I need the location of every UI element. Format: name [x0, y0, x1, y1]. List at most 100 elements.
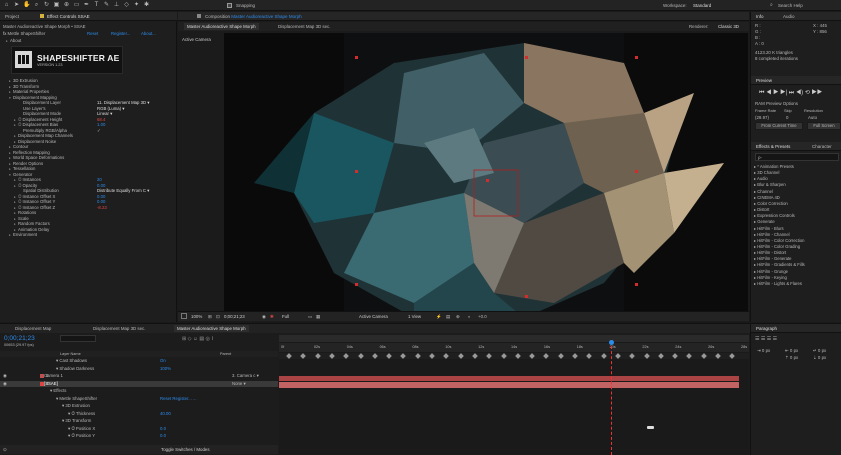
- zoom-select[interactable]: 100%: [191, 314, 202, 319]
- renderer-value[interactable]: Classic 3D: [718, 24, 739, 29]
- tab-preview[interactable]: Preview: [756, 78, 772, 83]
- camera-tool-icon[interactable]: ▣: [53, 2, 60, 9]
- keyframe-marker[interactable]: [657, 353, 664, 359]
- keyframe-marker[interactable]: [443, 353, 450, 359]
- keyframe-marker[interactable]: [486, 353, 493, 359]
- shape-tool-icon[interactable]: ▭: [73, 2, 80, 9]
- effect-category[interactable]: ▸ HitFilm - Color Grading: [754, 244, 800, 250]
- timeline-layer-row[interactable]: ▾ Shadow Darkness 100%: [0, 366, 278, 372]
- keyframe-marker[interactable]: [429, 353, 435, 359]
- parent-dropdown[interactable]: 3. Camera c ▾: [232, 373, 259, 379]
- roto-tool-icon[interactable]: ✦: [133, 2, 140, 9]
- mask-icon[interactable]: ⊡: [216, 314, 220, 320]
- render-icon[interactable]: ⊙: [3, 447, 7, 453]
- effect-category[interactable]: ▸ Distort: [754, 207, 769, 213]
- keyframe-marker[interactable]: [371, 353, 378, 359]
- tab-project[interactable]: Project: [5, 14, 19, 19]
- tab-character[interactable]: Character: [812, 144, 832, 149]
- prev-frame-icon[interactable]: ◀: [766, 90, 771, 96]
- effect-category[interactable]: ▸ CINEMA 4D: [754, 195, 780, 201]
- keyframe-marker[interactable]: [529, 353, 535, 359]
- grid-icon[interactable]: ⊞: [208, 314, 212, 320]
- snapshot-icon[interactable]: ◉: [262, 314, 266, 320]
- keyframe-marker[interactable]: [572, 353, 578, 359]
- graph-editor-icon[interactable]: ⌇: [211, 336, 213, 342]
- ram-preview-icon[interactable]: ▶▶: [812, 90, 823, 96]
- thickness-keyframe[interactable]: [647, 426, 654, 429]
- keyframe-marker[interactable]: [629, 353, 636, 359]
- timeline-tab[interactable]: Master Audioreactive Shape Morph: [174, 325, 249, 332]
- hand-tool-icon[interactable]: ✋: [23, 2, 30, 9]
- layer-property-value[interactable]: 0.0: [160, 426, 166, 432]
- ram-preview-options[interactable]: RAM Preview Options: [755, 101, 798, 107]
- timeline-layer-row[interactable]: ▾ ⏱ Position Y 0.0: [0, 433, 278, 439]
- puppet-tool-icon[interactable]: ✱: [143, 2, 150, 9]
- frame-rate-select[interactable]: (29.97): [755, 115, 769, 121]
- timeline-timecode[interactable]: 0;00;21;23: [4, 335, 35, 342]
- align-right-icon[interactable]: ☰: [767, 336, 771, 342]
- keyframe-marker[interactable]: [286, 353, 292, 359]
- align-center-icon[interactable]: ☰: [761, 336, 765, 342]
- toggle-switches-modes[interactable]: Toggle Switches / Modes: [161, 447, 210, 452]
- timeline-tab[interactable]: Displacement Map: [12, 325, 54, 332]
- effects-search-input[interactable]: ρ-: [755, 153, 839, 161]
- ssae-layer-bar[interactable]: [279, 382, 739, 388]
- keyframe-marker[interactable]: [314, 353, 321, 359]
- effect-category[interactable]: ▸ HitFilm - Channel: [754, 232, 790, 238]
- keyframe-marker[interactable]: [700, 353, 707, 359]
- tab-master-comp[interactable]: Master Audioreactive Shape Morph: [184, 23, 259, 30]
- loop-icon[interactable]: ⟲: [805, 90, 810, 96]
- tab-info[interactable]: Info: [756, 14, 764, 19]
- effect-category[interactable]: ▸ HitFilm - Distort: [754, 250, 786, 256]
- effect-category[interactable]: ▸ Generate: [754, 219, 775, 225]
- current-time-indicator[interactable]: [611, 341, 612, 455]
- keyframe-marker[interactable]: [615, 353, 621, 359]
- timeline-layer-row[interactable]: ▾ 3D Transform: [0, 418, 278, 424]
- keyframe-marker[interactable]: [472, 353, 478, 359]
- timeline-track-area[interactable]: 0f 02s 04s 06s 08s 10s 12s 14s 16s 18s 20s 22s 24s 26…: [279, 335, 749, 455]
- keyframe-marker[interactable]: [500, 353, 507, 359]
- indent-first[interactable]: ↵ 0 px: [813, 348, 826, 354]
- timeline-layer-row[interactable]: ▾ Mettle ShapeShifter Reset Register... .…: [0, 396, 278, 402]
- keyframe-marker[interactable]: [457, 353, 464, 359]
- effect-category[interactable]: ▸ * Animation Presets: [754, 164, 794, 170]
- comp-flowchart-icon[interactable]: ⊞: [182, 336, 186, 342]
- keyframe-marker[interactable]: [715, 353, 721, 359]
- current-time-display[interactable]: 0;00;21;23: [224, 314, 245, 319]
- keyframe-marker[interactable]: [729, 353, 736, 359]
- align-left-icon[interactable]: ☰: [755, 336, 759, 342]
- from-current-time-button[interactable]: From Current Time: [755, 122, 803, 130]
- stamp-tool-icon[interactable]: ⊥: [113, 2, 120, 9]
- keyframe-marker[interactable]: [643, 353, 650, 359]
- visibility-eye-icon[interactable]: ◉: [3, 381, 7, 387]
- keyframe-marker[interactable]: [514, 353, 521, 359]
- tab-paragraph[interactable]: Paragraph: [756, 326, 777, 331]
- last-frame-icon[interactable]: ⏭: [789, 90, 794, 96]
- viewer-canvas[interactable]: [224, 33, 748, 319]
- home-icon[interactable]: ⌂: [3, 2, 10, 9]
- transparency-grid-icon[interactable]: ▦: [316, 314, 320, 320]
- camera-view-select[interactable]: Active Camera: [359, 314, 388, 319]
- view-layout-select[interactable]: 1 View: [408, 314, 421, 319]
- justify-icon[interactable]: ☰: [773, 336, 777, 342]
- frame-blend-icon[interactable]: ▤: [199, 336, 204, 342]
- timeline-search-input[interactable]: [60, 335, 96, 342]
- effect-category[interactable]: ▸ Channel: [754, 189, 773, 195]
- reset-link[interactable]: Reset: [87, 31, 98, 36]
- indent-right[interactable]: ⇤ 0 px: [785, 348, 798, 354]
- layer-property-value[interactable]: 40.00: [160, 411, 171, 417]
- exposure-icon[interactable]: ◐: [468, 314, 471, 319]
- about-link[interactable]: About...: [141, 31, 156, 36]
- camera-layer-bar[interactable]: [279, 376, 739, 381]
- layer-property-value[interactable]: On: [160, 358, 166, 364]
- preview-toggle-icon[interactable]: [181, 313, 187, 319]
- lock-icon[interactable]: [197, 14, 201, 18]
- effect-category[interactable]: ▸ HitFilm - Lights & Flares: [754, 281, 802, 287]
- motion-blur-icon[interactable]: ◎: [205, 336, 209, 342]
- search-help-input[interactable]: Search Help: [778, 3, 803, 8]
- keyframe-marker[interactable]: [329, 353, 335, 359]
- zoom-tool-icon[interactable]: ⌕: [33, 2, 40, 9]
- keyframe-marker[interactable]: [386, 353, 392, 359]
- work-area-bar[interactable]: [279, 335, 749, 342]
- tab-displacement-map[interactable]: Displacement Map 3D sec.: [278, 24, 330, 29]
